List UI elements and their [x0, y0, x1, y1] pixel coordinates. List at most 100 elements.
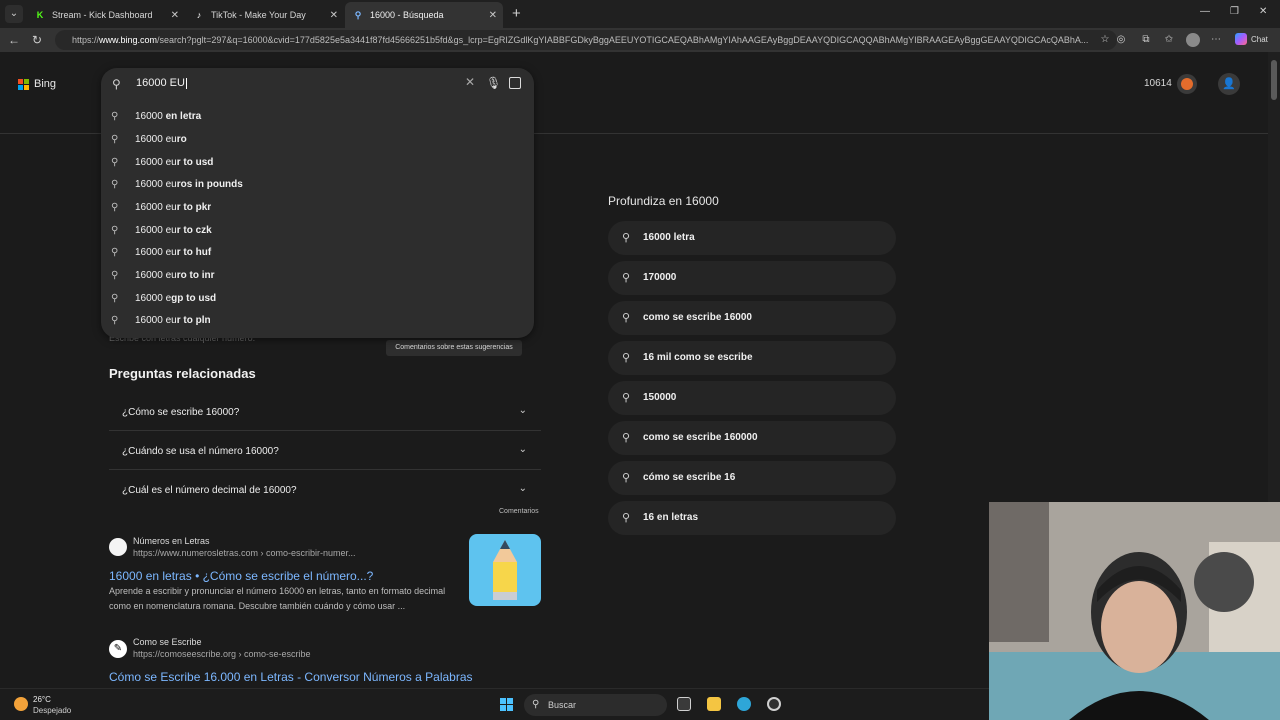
question-text: ¿Cuál es el número decimal de 16000?	[122, 485, 297, 496]
deep-dive-item[interactable]: ⚲ 16000 letra	[608, 221, 896, 255]
tab-title: 16000 - Búsqueda	[370, 10, 444, 20]
tab-actions-menu-button[interactable]: ⌄	[5, 5, 23, 23]
favorite-star-icon[interactable]: ☆	[1099, 34, 1111, 46]
feedback-link[interactable]: Comentarios	[499, 508, 539, 515]
result-url[interactable]: https://www.numerosletras.com › como-esc…	[133, 548, 356, 558]
suggestion-item[interactable]: ⚲ 16000 eur to usd	[101, 151, 534, 173]
deep-dive-item[interactable]: ⚲ como se escribe 160000	[608, 421, 896, 455]
obs-studio-icon[interactable]	[767, 697, 781, 711]
microphone-icon[interactable]: 🎙	[486, 76, 501, 90]
search-icon: ⚲	[622, 232, 631, 244]
restore-icon[interactable]: ❐	[1230, 6, 1239, 17]
copilot-label: Chat	[1251, 34, 1268, 44]
address-bar[interactable]: https://www.bing.com/search?pglt=297&q=1…	[55, 30, 1117, 50]
edge-browser-icon[interactable]	[737, 697, 751, 711]
taskbar-search-box[interactable]: ⚲ Buscar	[524, 694, 667, 716]
visual-search-icon[interactable]	[509, 77, 521, 89]
deep-dive-item[interactable]: ⚲ como se escribe 16000	[608, 301, 896, 335]
search-icon: ⚲	[111, 178, 119, 190]
tab-tiktok[interactable]: ♪ TikTok - Make Your Day ✕	[186, 2, 344, 28]
tiktok-favicon-icon: ♪	[196, 10, 202, 20]
weather-sun-icon[interactable]	[14, 697, 28, 711]
result-url[interactable]: https://comoseescribe.org › como-se-escr…	[133, 649, 311, 659]
deep-dive-label: como se escribe 16000	[643, 312, 752, 323]
related-question[interactable]: ¿Cómo se escribe 16000? ⌄	[109, 393, 541, 431]
deep-dive-label: 16 en letras	[643, 512, 699, 523]
search-icon: ⚲	[622, 272, 631, 284]
webcam-overlay-image	[989, 502, 1280, 720]
result-site-name: Números en Letras	[133, 536, 210, 546]
tab-kick-dashboard[interactable]: K Stream - Kick Dashboard ✕	[27, 2, 185, 28]
tracking-prevention-icon[interactable]: ◎	[1115, 34, 1127, 46]
related-question[interactable]: ¿Cuándo se usa el número 16000? ⌄	[109, 432, 541, 470]
suggestion-text: 16000 eur to pkr	[135, 201, 212, 213]
close-tab-icon[interactable]: ✕	[330, 10, 338, 21]
suggestion-item[interactable]: ⚲ 16000 eur to pln	[101, 309, 534, 331]
suggestion-text: 16000 en letra	[135, 110, 202, 122]
result-title-link[interactable]: Cómo se Escribe 16.000 en Letras - Conve…	[109, 670, 473, 684]
search-input[interactable]: 16000 EU	[136, 77, 187, 89]
weather-temperature[interactable]: 26°C	[33, 695, 51, 704]
search-query-text: 16000 EU	[136, 77, 185, 89]
close-tab-icon[interactable]: ✕	[489, 10, 497, 21]
more-menu-icon[interactable]: ⋯	[1210, 34, 1222, 46]
new-tab-icon[interactable]: +	[512, 5, 521, 22]
weather-description[interactable]: Despejado	[33, 706, 71, 715]
copilot-chat-button[interactable]: Chat	[1235, 33, 1268, 45]
file-explorer-icon[interactable]	[707, 697, 721, 711]
deep-dive-label: cómo se escribe 16	[643, 472, 736, 483]
back-arrow-icon[interactable]: ←	[8, 33, 20, 47]
url-path: /search?pglt=297&q=16000&cvid=177d5825e5…	[157, 35, 1089, 45]
site-favicon-icon: ✎	[109, 640, 127, 658]
tab-title: Stream - Kick Dashboard	[52, 10, 153, 20]
deep-dive-item[interactable]: ⚲ 16 mil como se escribe	[608, 341, 896, 375]
suggestion-item[interactable]: ⚲ 16000 eur to huf	[101, 241, 534, 263]
profile-avatar[interactable]	[1186, 33, 1200, 47]
minimize-icon[interactable]: —	[1200, 6, 1210, 17]
suggestion-item[interactable]: ⚲ 16000 eur to pkr	[101, 196, 534, 218]
result-snippet: Aprende a escribir y pronunciar el númer…	[109, 586, 446, 611]
task-view-icon[interactable]	[677, 697, 691, 711]
text-caret	[185, 77, 187, 89]
search-icon: ⚲	[111, 224, 119, 236]
deep-dive-label: 16 mil como se escribe	[643, 352, 753, 363]
url-prefix: https://	[72, 35, 100, 45]
search-icon: ⚲	[111, 110, 119, 122]
suggestion-text: 16000 euro	[135, 133, 187, 145]
deep-dive-item[interactable]: ⚲ 170000	[608, 261, 896, 295]
deep-dive-item[interactable]: ⚲ 150000	[608, 381, 896, 415]
sign-in-user-icon[interactable]: 👤	[1218, 73, 1240, 95]
suggestion-item[interactable]: ⚲ 16000 eur to czk	[101, 219, 534, 241]
search-icon: ⚲	[112, 77, 121, 91]
rewards-medal-icon[interactable]	[1177, 74, 1197, 94]
tab-bing-search[interactable]: ⚲ 16000 - Búsqueda ✕	[345, 2, 503, 28]
result-thumbnail-pencil-icon[interactable]	[469, 534, 541, 606]
search-icon: ⚲	[622, 432, 631, 444]
suggestions-feedback-button[interactable]: Comentarios sobre estas sugerencias	[386, 340, 522, 356]
start-windows-icon[interactable]	[500, 698, 513, 711]
search-icon: ⚲	[111, 314, 119, 326]
close-window-icon[interactable]: ✕	[1259, 6, 1267, 17]
deep-dive-item[interactable]: ⚲ 16 en letras	[608, 501, 896, 535]
search-icon: ⚲	[622, 392, 631, 404]
suggestion-item[interactable]: ⚲ 16000 euro	[101, 128, 534, 150]
refresh-icon[interactable]: ↻	[32, 33, 42, 47]
windows-taskbar: 26°C Despejado ⚲ Buscar	[0, 688, 989, 720]
clear-icon[interactable]: ✕	[465, 75, 475, 89]
scrollbar-thumb[interactable]	[1271, 60, 1277, 100]
search-icon: ⚲	[622, 352, 631, 364]
suggestion-item[interactable]: ⚲ 16000 euros in pounds	[101, 173, 534, 195]
suggestion-item[interactable]: ⚲ 16000 en letra	[101, 105, 534, 127]
extensions-icon[interactable]: ⧉	[1140, 34, 1152, 46]
suggestion-item[interactable]: ⚲ 16000 euro to inr	[101, 264, 534, 286]
deep-dive-item[interactable]: ⚲ cómo se escribe 16	[608, 461, 896, 495]
result-title-link[interactable]: 16000 en letras • ¿Cómo se escribe el nú…	[109, 569, 373, 583]
close-tab-icon[interactable]: ✕	[171, 10, 179, 21]
rewards-points[interactable]: 10614	[1144, 78, 1172, 89]
suggestion-item[interactable]: ⚲ 16000 egp to usd	[101, 287, 534, 309]
related-question[interactable]: ¿Cuál es el número decimal de 16000? ⌄	[109, 471, 541, 509]
bing-logo[interactable]: Bing	[18, 78, 56, 90]
search-suggestions-box: ⚲ 16000 EU ✕ 🎙 ⚲ 16000 en letra ⚲ 16000 eu…	[101, 68, 534, 338]
suggestion-text: 16000 euro to inr	[135, 269, 215, 281]
favorites-icon[interactable]: ✩	[1163, 34, 1175, 46]
